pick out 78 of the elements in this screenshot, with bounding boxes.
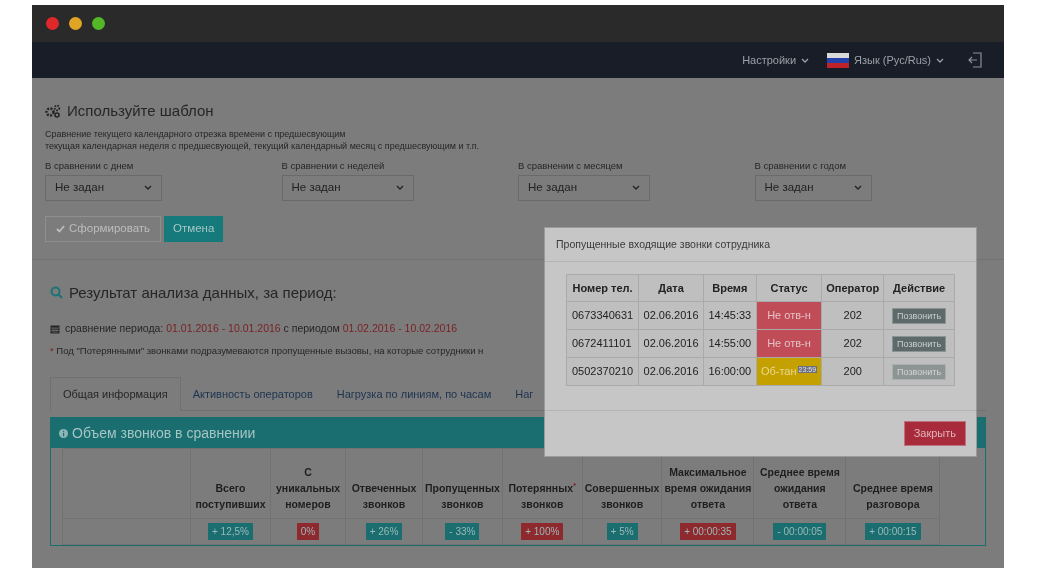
change-badge: + 00:00:15 <box>865 523 921 540</box>
select-field[interactable]: Не задан <box>754 174 872 201</box>
table-cell: 0673340631 <box>566 301 639 330</box>
change-badge: + 00:00:35 <box>680 523 736 540</box>
table-cell: 14:55:00 <box>703 329 757 358</box>
column-header: Дата <box>638 274 704 302</box>
column-header: Максимальное время ожидания ответа <box>664 466 752 510</box>
change-badge: + 12,5% <box>208 523 253 540</box>
period-text: сравнение периода: 01.01.2016 - 10.01.2016 с периодом 01.02.2016 - 10.02.2016 <box>65 321 458 336</box>
column-header: Время <box>703 274 757 302</box>
call-button[interactable]: Позвонить <box>892 308 947 324</box>
column-header: Номер тел. <box>566 274 639 302</box>
change-badge: - 00:00:05 <box>773 523 827 540</box>
logout-icon[interactable] <box>968 52 982 68</box>
flag-icon <box>827 52 850 68</box>
table-cell: 202 <box>821 301 884 330</box>
chevron-down-icon <box>144 185 152 190</box>
search-icon <box>50 286 63 300</box>
filter-label: В сравнении с годом <box>754 159 846 172</box>
tab[interactable]: Общая информация <box>50 377 181 411</box>
footnote-text: * Под "Потерянными" звонками подразумеваются пропущенные вызовы, на которые сотрудники н <box>50 343 484 358</box>
filter-label: В сравнении с неделей <box>281 159 385 172</box>
column-header: С уникальных номеров <box>276 466 340 510</box>
status-cell: Об-тан $^{23:59}$ <box>756 357 822 386</box>
column-header: Оператор <box>821 274 884 302</box>
settings-menu[interactable]: Настройки <box>742 51 810 69</box>
column-header: Действие <box>883 274 955 302</box>
chevron-down-icon <box>853 185 862 190</box>
calendar-icon <box>50 323 60 334</box>
select-field[interactable]: Не задан <box>518 174 650 201</box>
tab[interactable]: Нагрузка по линиям, по часам <box>324 377 504 411</box>
table-cell: 0672411101 <box>566 329 639 358</box>
change-badge: + 26% <box>365 523 403 540</box>
description-text: Сравнение текущего календарного отрезка времени с предшесвующим <box>45 127 347 140</box>
check-icon <box>56 224 65 233</box>
column-header: Среднее время разговора <box>852 482 933 510</box>
column-header: Потерянных$^{*}$ звонков <box>508 482 577 510</box>
gears-icon <box>45 104 61 119</box>
section-title: Используйте шаблон <box>67 101 214 121</box>
modal-title: Пропущенные входящие звонки сотрудника <box>556 236 770 252</box>
table-cell: 200 <box>821 357 884 386</box>
change-badge: + 100% <box>521 523 564 540</box>
tab[interactable]: Наг <box>503 377 546 411</box>
tab[interactable]: Активность операторов <box>180 377 325 411</box>
column-header: Пропущенных звонков <box>425 482 500 510</box>
table-cell: 202 <box>821 329 884 358</box>
chevron-down-icon <box>936 57 944 63</box>
info-icon <box>59 428 68 438</box>
close-button[interactable]: Закрыть <box>903 421 966 446</box>
column-header: Среднее время ожидания ответа <box>759 466 840 510</box>
table-cell: 02.06.2016 <box>638 301 704 330</box>
filter-label: В сравнении с днем <box>45 159 134 172</box>
call-button[interactable]: Позвонить <box>892 336 947 352</box>
section-title: Результат анализа данных, за период: <box>69 282 337 303</box>
column-header: Статус <box>756 274 822 302</box>
filter-label: В сравнении с месяцем <box>518 159 623 172</box>
language-menu[interactable]: Язык (Рус/Rus) <box>827 51 944 69</box>
column-header: Отвеченных звонков <box>351 482 417 510</box>
cancel-button[interactable]: Отмена <box>164 215 224 242</box>
status-cell: Не отв-н <box>756 329 822 358</box>
table-cell: 02.06.2016 <box>638 357 704 386</box>
chevron-down-icon <box>632 185 640 190</box>
description-text: текущая календарная неделя с предшесвующей, текущий календарный месяц с предшесвующим и т.п. <box>45 139 480 152</box>
change-badge: + 5% <box>606 523 638 540</box>
table-cell: 02.06.2016 <box>638 329 704 358</box>
chevron-down-icon <box>801 57 810 63</box>
table-cell: 16:00:00 <box>703 357 757 386</box>
status-cell: Не отв-н <box>756 301 822 330</box>
change-badge: 0% <box>296 523 320 540</box>
table-cell: 14:45:33 <box>703 301 757 330</box>
select-field[interactable]: Не задан <box>281 174 414 201</box>
panel-title: Объем звонков в сравнении <box>72 423 256 443</box>
column-header: Всего поступивших <box>195 482 266 510</box>
table-cell: 0502370210 <box>566 357 639 386</box>
select-field[interactable]: Не задан <box>45 174 162 201</box>
change-badge: - 33% <box>445 523 480 540</box>
column-header: Совершенных звонков <box>584 482 660 510</box>
chevron-down-icon <box>395 185 404 190</box>
